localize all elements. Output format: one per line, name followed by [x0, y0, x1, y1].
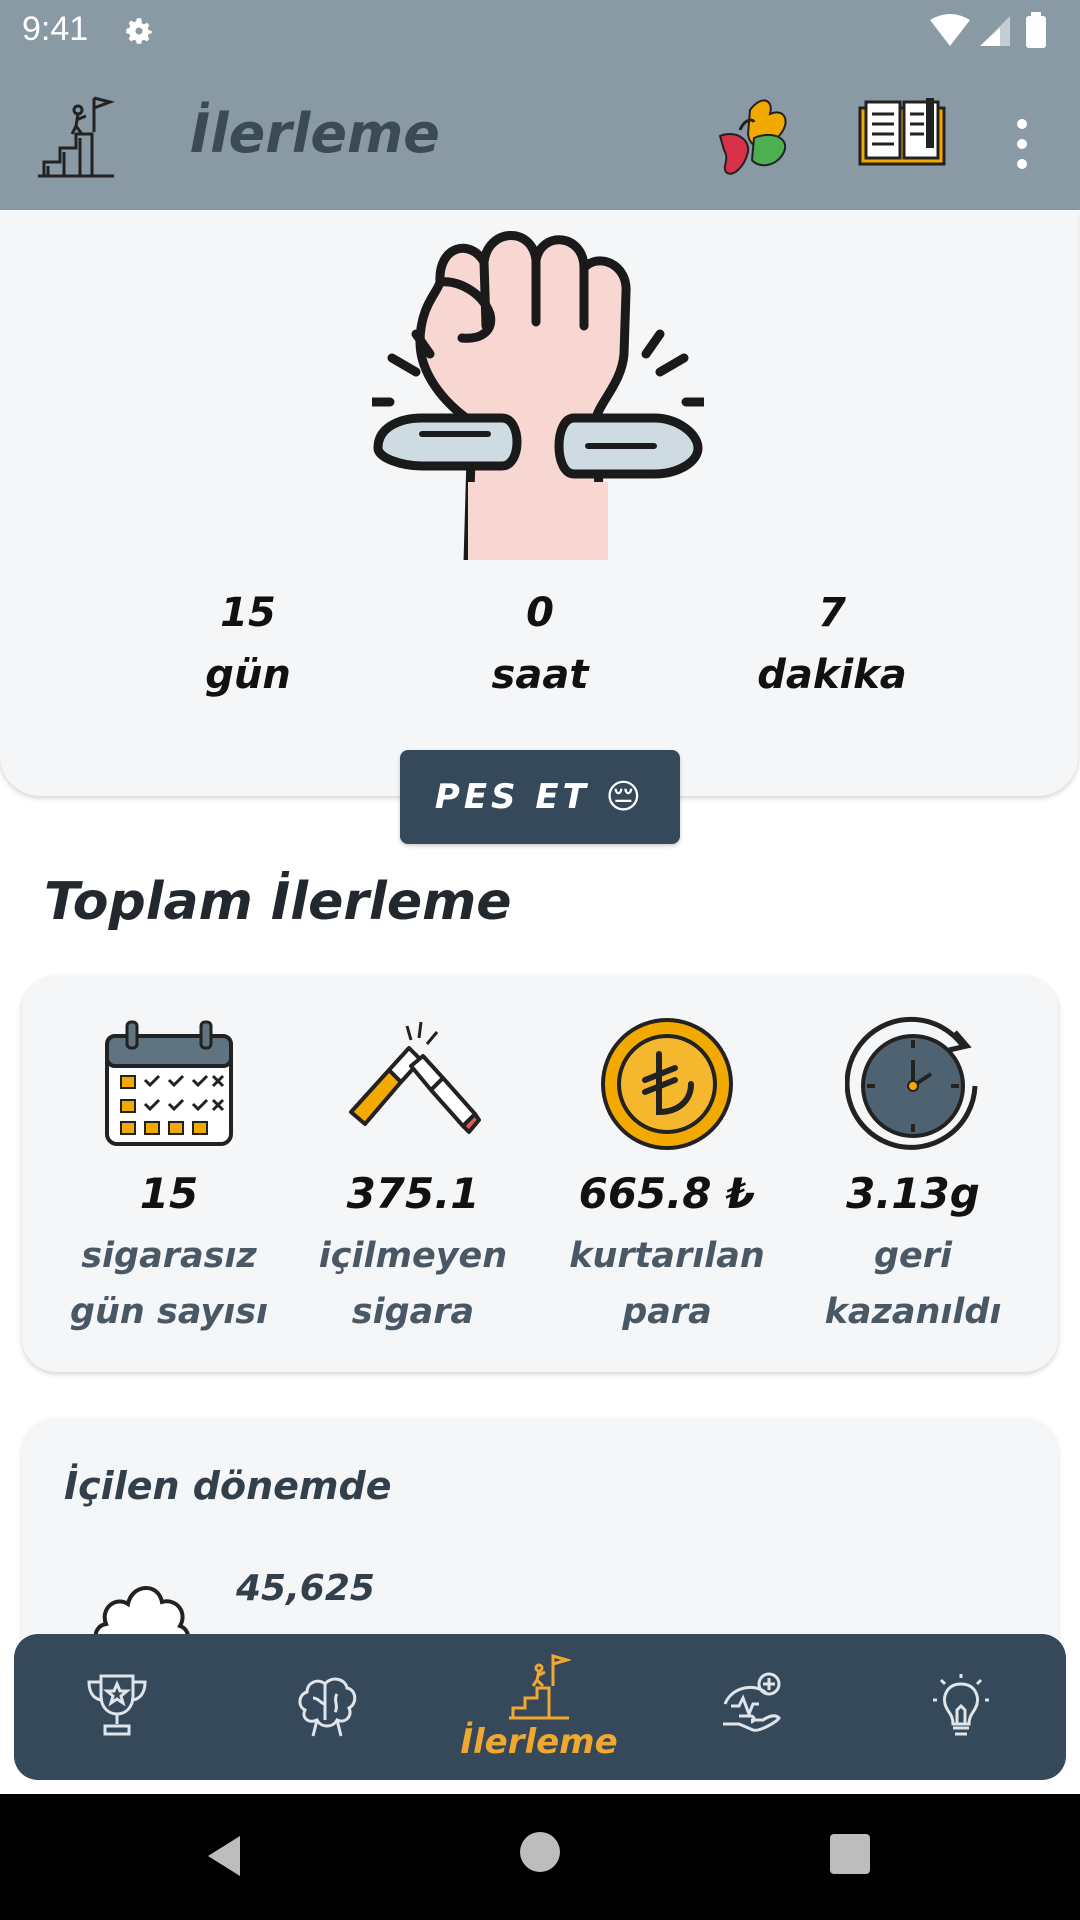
battery-icon: [1026, 16, 1046, 48]
days-value: 15: [220, 590, 276, 636]
stat-label-line1: kurtarılan: [569, 1236, 765, 1276]
calendar-icon: [105, 1020, 233, 1146]
overflow-menu-icon[interactable]: [1008, 114, 1036, 174]
chili-pepper-icon[interactable]: [710, 90, 794, 182]
stat-label: sigarasız gün sayısı: [54, 1228, 284, 1340]
nav-tips[interactable]: [896, 1634, 1026, 1780]
days-unit: gün: [205, 652, 291, 698]
health-hand-icon: [723, 1672, 781, 1732]
minutes-unit: dakika: [757, 652, 907, 698]
stat-value: 15: [139, 1169, 199, 1218]
bottom-navigation: İlerleme: [14, 1634, 1066, 1780]
page-title: İlerleme: [190, 102, 440, 165]
lira-coin-icon: [601, 1018, 733, 1150]
total-progress-title: Toplam İlerleme: [44, 872, 512, 932]
climber-stairs-icon: [38, 96, 116, 178]
progress-climb-icon: [509, 1654, 571, 1720]
stat-label-line2: kazanıldı: [824, 1292, 1002, 1332]
hours-counter: 0 saat: [440, 582, 640, 706]
streak-card: 15 gün 0 saat 7 dakika: [0, 210, 1078, 796]
stat-label-line2: para: [622, 1292, 712, 1332]
trophy-icon: [87, 1674, 147, 1736]
give-up-button[interactable]: PES ET 😔: [400, 750, 680, 844]
minutes-value: 7: [818, 590, 846, 636]
stat-label: geri kazanıldı: [798, 1228, 1028, 1340]
smoked-period-title: İçilen dönemde: [64, 1464, 392, 1508]
brain-icon: [298, 1677, 357, 1737]
notebook-icon[interactable]: [858, 98, 946, 168]
broken-cigarette-icon: [349, 1021, 481, 1134]
recent-apps-icon[interactable]: [830, 1834, 870, 1874]
minutes-counter: 7 dakika: [732, 582, 932, 706]
days-counter: 15 gün: [148, 582, 348, 706]
stat-label-line1: geri: [873, 1236, 953, 1276]
back-icon[interactable]: [204, 1834, 244, 1878]
stat-label: içilmeyen sigara: [298, 1228, 528, 1340]
nav-achievements[interactable]: [52, 1634, 182, 1780]
stat-cigarettes-not-smoked[interactable]: 375.1 içilmeyen sigara: [298, 1016, 528, 1340]
stat-value: 375.1: [346, 1169, 480, 1218]
stat-money-saved[interactable]: 665.8 ₺ kurtarılan para: [552, 1016, 782, 1340]
stat-smoke-free-days[interactable]: 15 sigarasız gün sayısı: [54, 1016, 284, 1340]
stat-label: kurtarılan para: [552, 1228, 782, 1340]
lightbulb-icon: [933, 1674, 989, 1736]
smoked-period-value: 45,625: [236, 1568, 375, 1609]
settings-gear-icon: [126, 18, 152, 44]
total-progress-card: 15 sigarasız gün sayısı 375.1 içilmeyen …: [22, 976, 1058, 1372]
hours-value: 0: [526, 590, 554, 636]
stat-value: 665.8 ₺: [578, 1169, 756, 1218]
system-navigation-bar: [0, 1794, 1080, 1920]
stat-label-line1: içilmeyen: [318, 1236, 508, 1276]
stat-label-line2: sigara: [351, 1292, 475, 1332]
nav-progress-label: İlerleme: [460, 1722, 618, 1762]
nav-mind[interactable]: [262, 1634, 392, 1780]
stat-label-line2: gün sayısı: [69, 1292, 269, 1332]
stat-label-line1: sigarasız: [81, 1236, 257, 1276]
stat-time-regained[interactable]: 3.13g geri kazanıldı: [798, 1016, 1028, 1340]
clock-icon: [845, 1016, 978, 1150]
app-bar: İlerleme: [0, 62, 1080, 210]
home-icon[interactable]: [520, 1832, 560, 1872]
status-time: 9:41: [22, 10, 89, 48]
nav-health[interactable]: [686, 1634, 816, 1780]
nav-progress[interactable]: İlerleme: [460, 1634, 618, 1780]
wifi-icon: [930, 14, 970, 46]
system-status-icons: [930, 12, 1046, 48]
hours-unit: saat: [491, 652, 589, 698]
broken-chain-fist-icon: [372, 231, 704, 560]
stat-value: 3.13g: [846, 1169, 980, 1218]
status-bar: 9:41: [0, 0, 1080, 62]
